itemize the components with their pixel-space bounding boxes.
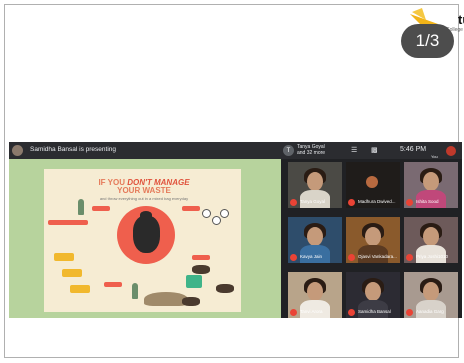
shared-slide: IF YOU DON'T MANAGE YOUR WASTE and throw… [9,159,281,318]
presenter-label: Samidha Bansal is presenting [30,146,116,153]
mic-off-icon [348,309,355,316]
waste-poster: IF YOU DON'T MANAGE YOUR WASTE and throw… [44,169,241,312]
animal-icon [192,265,210,274]
mic-off-icon [290,309,297,316]
label-tag [192,255,210,260]
truck-icon [62,269,82,277]
participant-tile[interactable]: Ojasvi Vankadara... [346,217,400,263]
mic-off-icon [406,309,413,316]
bin-icon [186,275,202,288]
label-tag [182,206,200,211]
recycle-icon [220,209,229,218]
animal-icon [216,284,234,293]
participant-name: Ojasvi Vankadara... [358,254,397,259]
presenter-avatar [12,145,23,156]
mic-off-icon [406,254,413,261]
brand-text: tus [458,12,464,27]
self-label: You [431,154,438,159]
label-tag-long [48,220,88,225]
label-tag [92,206,110,211]
participant-tile[interactable]: Aanadia Garg [404,272,458,318]
participants-summary: Tanya Goyal and 32 more [297,144,325,156]
poster-subtitle: and throw everything out in a mixed bag … [99,196,189,201]
mic-off-icon [348,199,355,206]
animal-icon [182,297,200,306]
participant-tile[interactable]: Samidha Bansal [346,272,400,318]
person-icon [78,199,84,215]
participants-line2: and 32 more [297,150,326,156]
participant-name: Kavya Jain [300,254,323,259]
recycle-icon [212,216,221,225]
truck-icon [70,285,90,293]
participant-name: Madhura Dwived... [358,199,396,204]
mic-off-icon [406,199,413,206]
participant-tile[interactable]: Tanya Goyal [288,162,342,208]
self-avatar[interactable] [446,146,456,156]
clock: 5:46 PM [400,146,427,153]
chat-icon[interactable]: ▩ [371,146,378,154]
participant-name: Ishita Sood [416,199,439,204]
participant-tile[interactable]: Madhura Dwived... [346,162,400,208]
meeting-top-bar: Samidha Bansal is presenting T Tanya Goy… [9,142,462,159]
recycle-icon [202,209,211,218]
garbage-bag-icon [133,216,160,253]
child-icon [132,283,138,299]
participant-avatar: T [283,145,294,156]
participant-tile[interactable]: Priya Joshi1010 [404,217,458,263]
participant-name: Samidha Bansal [358,309,391,314]
people-icon[interactable]: ☰ [351,146,357,154]
participant-name: Tanya Goyal [300,199,326,204]
mic-off-icon [348,254,355,261]
participant-name: Aanadia Garg [416,309,444,314]
truck-icon [54,253,74,261]
poster-title-line2: YOUR WASTE [117,186,171,195]
label-tag [104,282,122,287]
meeting-screenshot: Samidha Bansal is presenting T Tanya Goy… [9,142,462,318]
participant-tile[interactable]: Ishita Sood [404,162,458,208]
mic-off-icon [290,199,297,206]
page-counter: 1/3 [401,24,454,58]
participant-tile[interactable]: Tanvi Arora [288,272,342,318]
participant-name: Tanvi Arora [300,309,323,314]
participant-grid: Tanya Goyal Madhura Dwived... Ishita Soo… [288,162,462,318]
mic-off-icon [290,254,297,261]
participant-tile[interactable]: Kavya Jain [288,217,342,263]
participant-name: Priya Joshi1010 [416,254,449,259]
